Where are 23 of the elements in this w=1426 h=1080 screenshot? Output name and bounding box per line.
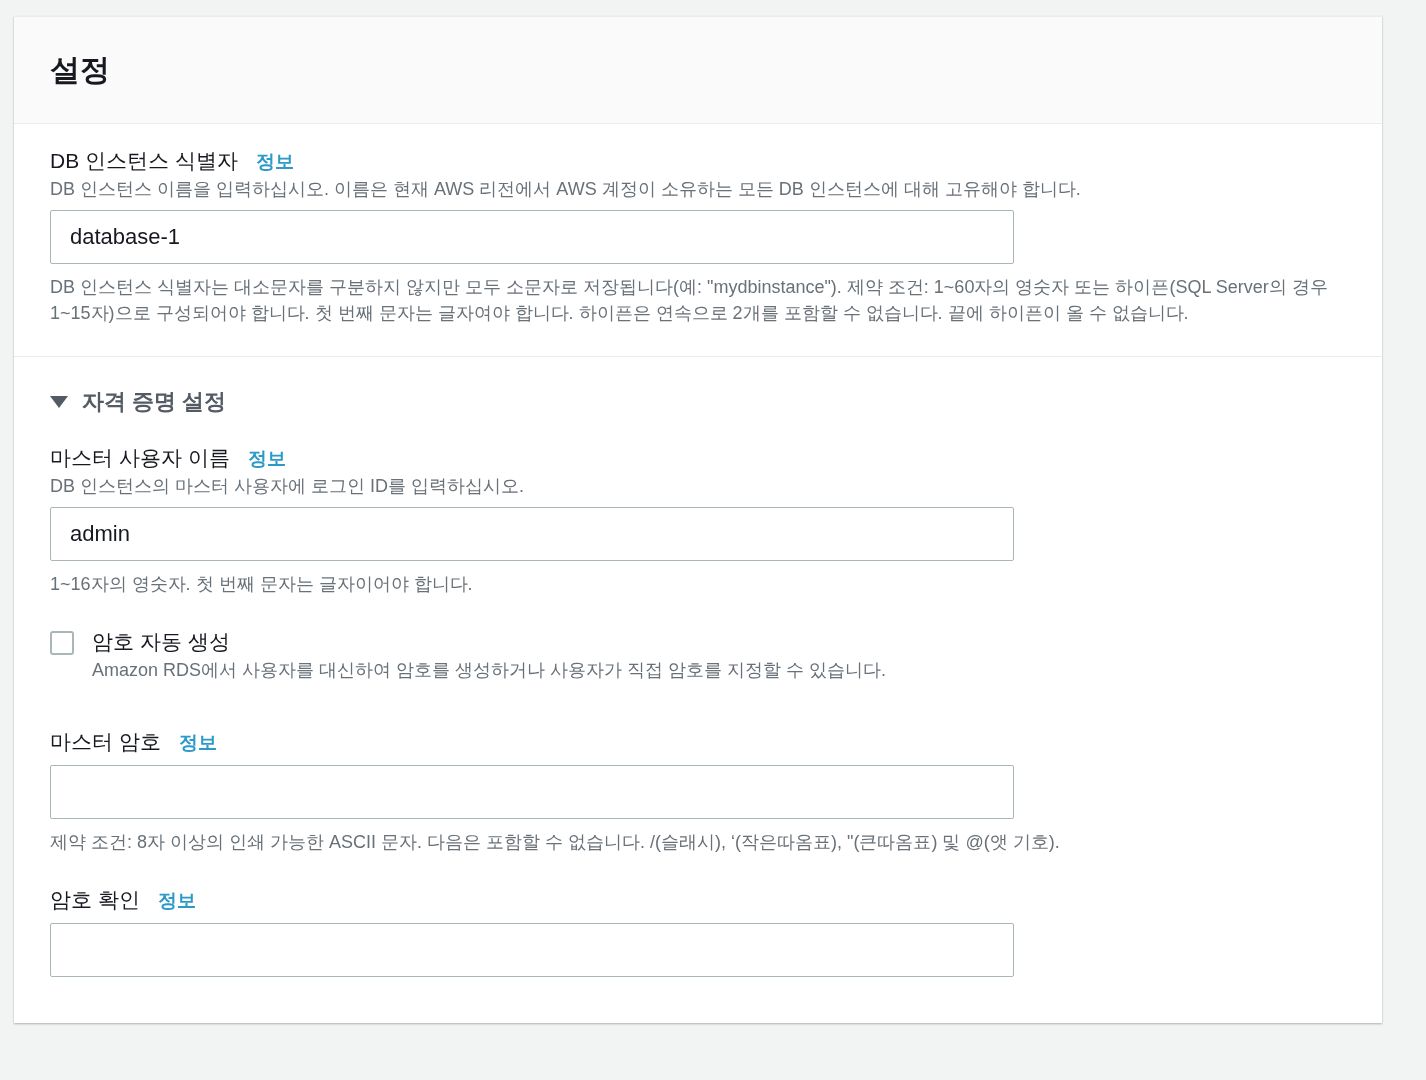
panel-title: 설정	[50, 52, 111, 88]
field-description: DB 인스턴스 이름을 입력하십시오. 이름은 현재 AWS 리전에서 AWS 계정이 소유하는 모든 DB 인스턴스에 대해 고유해야 합니다.	[50, 178, 1082, 201]
field-description: DB 인스턴스의 마스터 사용자에 로그인 ID를 입력하십시오.	[50, 475, 525, 498]
field-label: 암호 확인	[50, 887, 140, 913]
info-link[interactable]: 정보	[178, 730, 217, 756]
constraint-text: 1~16자의 영숫자. 첫 번째 문자는 글자이어야 합니다.	[50, 573, 474, 596]
input-field[interactable]	[50, 765, 1014, 819]
constraint-text: DB 인스턴스 식별자는 대소문자를 구분하지 않지만 모두 소문자로 저장됩니다(예: "mydbinstance"). 제약 조건: 1~60자의 영숫자 또는 하이픈(SQL Server의 경우 1~15자)으로 구성되어야 합니다. 첫 번째 문자는 글자여야 합니다. 하이픈은 연속으로 2개를 포함할 수 없습니다. 끝에 하이픈이 올 수 없습니다.	[50, 276, 1329, 325]
info-link[interactable]: 정보	[255, 149, 294, 175]
constraint-text: 제약 조건: 8자 이상의 인쇄 가능한 ASCII 문자. 다음은 포함할 수 없습니다. /(슬래시), ‘(작은따옴표), "(큰따옴표) 및 @(앳 기호).	[50, 831, 1061, 854]
field-label: 마스터 암호	[50, 729, 161, 755]
caret-icon	[50, 395, 68, 409]
info-link[interactable]: 정보	[157, 888, 196, 914]
section-toggle[interactable]: 자격 증명 설정	[50, 387, 227, 417]
field-label: 마스터 사용자 이름	[50, 445, 230, 471]
field-label: DB 인스턴스 식별자	[50, 148, 238, 174]
input-field[interactable]	[50, 923, 1014, 977]
input-field[interactable]: admin	[50, 507, 1014, 561]
checkbox-description: Amazon RDS에서 사용자를 대신하여 암호를 생성하거나 사용자가 직접 암호를 지정할 수 있습니다.	[92, 659, 887, 682]
checkbox[interactable]	[50, 631, 74, 655]
info-link[interactable]: 정보	[247, 446, 286, 472]
checkbox-label: 암호 자동 생성	[92, 630, 230, 653]
input-field[interactable]: database-1	[50, 210, 1014, 264]
